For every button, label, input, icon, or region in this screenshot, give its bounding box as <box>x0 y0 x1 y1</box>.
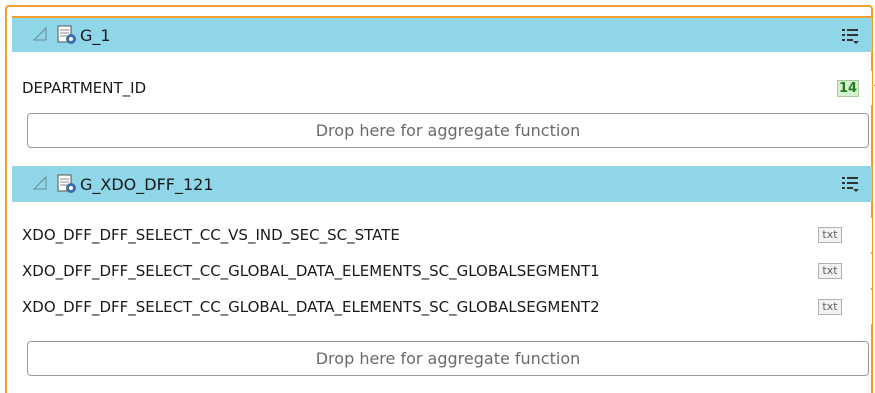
field-row[interactable]: XDO_DFF_DFF_SELECT_CC_GLOBAL_DATA_ELEMEN… <box>12 254 872 288</box>
group-title: G_XDO_DFF_121 <box>80 174 214 194</box>
collapse-triangle-icon[interactable] <box>32 26 50 44</box>
field-label: XDO_DFF_DFF_SELECT_CC_GLOBAL_DATA_ELEMEN… <box>22 262 600 280</box>
field-row-department-id[interactable]: DEPARTMENT_ID 14 <box>12 71 875 105</box>
group-icon <box>56 173 78 195</box>
group-header-g1[interactable]: G_1 <box>12 16 872 52</box>
group-icon <box>56 24 78 46</box>
aggregate-drop-zone[interactable]: Drop here for aggregate function <box>27 113 869 148</box>
group-menu-icon[interactable] <box>840 174 860 194</box>
field-label: XDO_DFF_DFF_SELECT_CC_GLOBAL_DATA_ELEMEN… <box>22 298 600 316</box>
number-type-icon: 14 <box>837 80 859 97</box>
field-label: DEPARTMENT_ID <box>22 79 147 97</box>
field-row[interactable]: XDO_DFF_DFF_SELECT_CC_VS_IND_SEC_SC_STAT… <box>12 218 872 252</box>
group-menu-icon[interactable] <box>840 26 860 46</box>
group-header-g-xdo-dff-121[interactable]: G_XDO_DFF_121 <box>12 166 872 202</box>
text-type-icon: txt <box>818 263 842 279</box>
field-row[interactable]: XDO_DFF_DFF_SELECT_CC_GLOBAL_DATA_ELEMEN… <box>12 290 872 324</box>
collapse-triangle-icon[interactable] <box>32 175 50 193</box>
text-type-icon: txt <box>818 299 842 315</box>
aggregate-drop-zone[interactable]: Drop here for aggregate function <box>27 341 869 376</box>
text-type-icon: txt <box>818 227 842 243</box>
field-label: XDO_DFF_DFF_SELECT_CC_VS_IND_SEC_SC_STAT… <box>22 226 400 244</box>
group-title: G_1 <box>80 25 111 45</box>
